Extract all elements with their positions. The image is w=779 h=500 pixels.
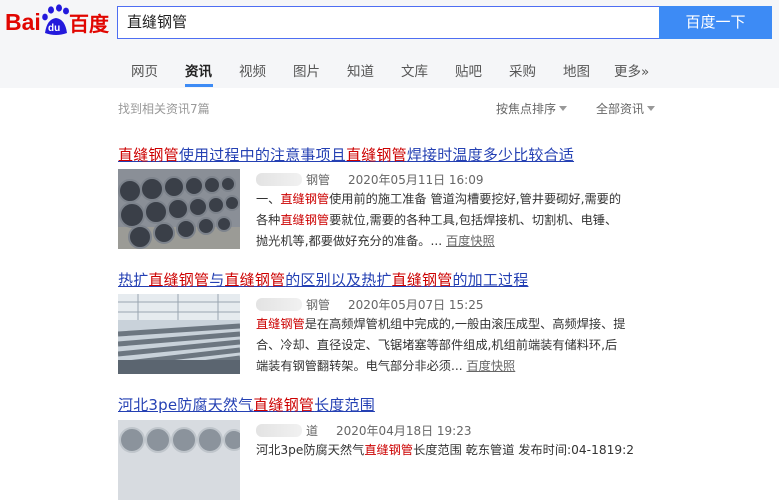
cache-link[interactable]: 百度快照 — [467, 359, 516, 373]
title-highlight: 直缝钢管 — [346, 146, 407, 164]
result-source-2: 钢管 2020年05月07日 15:25 — [256, 296, 484, 313]
title-highlight: 直缝钢管 — [118, 146, 179, 164]
logo-paw-text: du — [48, 23, 60, 34]
chevron-down-icon — [647, 106, 656, 111]
chevron-down-icon — [559, 106, 568, 111]
logo-text-right: 百度 — [69, 12, 109, 36]
result-title-3[interactable]: 河北3pe防腐天然气直缝钢管长度范围 — [118, 394, 375, 415]
search-button[interactable]: 百度一下 — [659, 6, 772, 39]
sort-dropdown[interactable]: 按焦点排序 — [496, 100, 568, 117]
tab-wenku[interactable]: 文库 — [401, 60, 428, 80]
tab-more[interactable]: 更多» — [614, 60, 649, 80]
tab-map[interactable]: 地图 — [563, 60, 590, 80]
logo-text-left: Bai — [5, 9, 41, 35]
result-date: 2020年04月18日 19:23 — [336, 424, 472, 438]
result-date: 2020年05月07日 15:25 — [348, 298, 484, 312]
baidu-logo[interactable]: Bai du 百度 — [5, 3, 109, 39]
search-input[interactable]: 直缝钢管 — [117, 6, 659, 39]
result-date: 2020年05月11日 16:09 — [348, 173, 484, 187]
filter-dropdown[interactable]: 全部资讯 — [596, 100, 656, 117]
snippet-line: 端装有钢管翻转架。电气部分非必须... 百度快照 — [256, 359, 516, 373]
snippet-line: 各种直缝钢管要就位,需要的各种工具,包括焊接机、切割机、电锤、 — [256, 213, 618, 227]
result-thumbnail-1[interactable] — [118, 169, 240, 249]
tab-tieba[interactable]: 贴吧 — [455, 60, 482, 80]
result-thumbnail-3[interactable] — [118, 420, 240, 500]
snippet-line: 一、直缝钢管使用前的施工准备 管道沟槽要挖好,管井要砌好,需要的 — [256, 192, 622, 206]
title-text: 焊接时温度多少比较合适 — [406, 146, 575, 164]
cache-link[interactable]: 百度快照 — [446, 234, 495, 248]
paw-icon: du — [42, 4, 69, 35]
source-name: 钢管 — [306, 173, 331, 187]
results-count: 找到相关资讯7篇 — [118, 102, 210, 116]
tab-zhidao[interactable]: 知道 — [347, 60, 374, 80]
header-bar: Bai du 百度 直缝钢管 百度一下 网页 资讯 视频 图片 知道 文库 贴吧… — [0, 0, 779, 88]
sort-label: 按焦点排序 — [496, 102, 557, 116]
result-snippet-2: 直缝钢管是在高频焊管机组中完成的,一般由滚压成型、高频焊接、提 合、冷却、直径设… — [256, 314, 656, 377]
tab-news[interactable]: 资讯 — [185, 60, 212, 80]
blurred-source-name — [256, 298, 302, 311]
tab-webpage[interactable]: 网页 — [131, 60, 158, 80]
title-text: 使用过程中的注意事项且 — [178, 146, 347, 164]
result-source-1: 钢管 2020年05月11日 16:09 — [256, 171, 484, 188]
snippet-line: 合、冷却、直径设定、飞锯堵塞等部件组成,机组前端装有储料环,后 — [256, 338, 618, 352]
snippet-line: 直缝钢管是在高频焊管机组中完成的,一般由滚压成型、高频焊接、提 — [256, 317, 626, 331]
filter-label: 全部资讯 — [596, 102, 645, 116]
search-tabs: 网页 资讯 视频 图片 知道 文库 贴吧 采购 地图 更多» — [0, 54, 779, 88]
tab-video[interactable]: 视频 — [239, 60, 266, 80]
active-tab-indicator — [185, 84, 213, 87]
tab-images[interactable]: 图片 — [293, 60, 320, 80]
result-snippet-1: 一、直缝钢管使用前的施工准备 管道沟槽要挖好,管井要砌好,需要的 各种直缝钢管要… — [256, 189, 656, 252]
result-thumbnail-2[interactable] — [118, 294, 240, 374]
result-title-1[interactable]: 直缝钢管使用过程中的注意事项且直缝钢管焊接时温度多少比较合适 — [118, 144, 574, 165]
blurred-source-name — [256, 424, 302, 437]
snippet-line: 抛光机等,都要做好充分的准备。... 百度快照 — [256, 234, 495, 248]
result-source-3: 道 2020年04月18日 19:23 — [256, 422, 472, 439]
result-title-2[interactable]: 热扩直缝钢管与直缝钢管的区别以及热扩直缝钢管的加工过程 — [118, 269, 528, 290]
blurred-source-name — [256, 173, 302, 186]
tab-purchase[interactable]: 采购 — [509, 60, 536, 80]
